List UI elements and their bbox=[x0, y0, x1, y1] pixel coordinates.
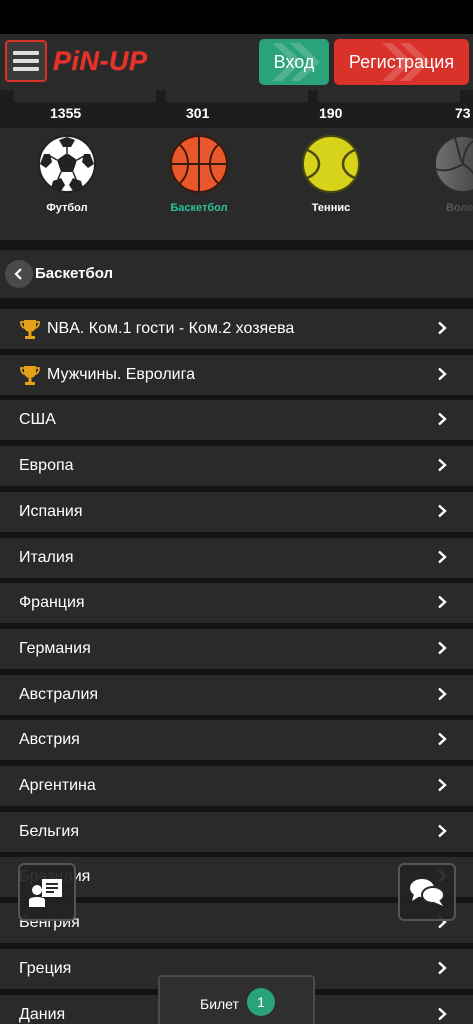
count-card bbox=[14, 88, 156, 102]
league-label: Германия bbox=[19, 640, 91, 657]
chevron-right-icon bbox=[438, 504, 447, 518]
league-label: Бельгия bbox=[19, 823, 79, 840]
login-button[interactable]: Вход bbox=[259, 39, 329, 85]
league-row[interactable]: Бельгия bbox=[0, 812, 473, 852]
brand-logo[interactable]: PiN-UP bbox=[53, 46, 148, 77]
trophy-icon bbox=[20, 320, 40, 339]
league-label: Австралия bbox=[19, 686, 99, 703]
chat-bubbles-icon bbox=[410, 879, 445, 906]
sports-carousel[interactable]: Футбол Баскетбол Теннис Воле bbox=[0, 128, 473, 240]
league-row[interactable]: Италия bbox=[0, 538, 473, 578]
league-label: Франция bbox=[19, 594, 85, 611]
league-row[interactable]: Испания bbox=[0, 492, 473, 532]
count-card bbox=[166, 88, 308, 102]
sport-count: 190 bbox=[319, 105, 343, 121]
register-label: Регистрация bbox=[348, 51, 455, 72]
sport-item-basketball[interactable]: Баскетбол bbox=[139, 134, 259, 214]
league-label: Европа bbox=[19, 457, 74, 474]
league-label: Испания bbox=[19, 503, 83, 520]
league-row[interactable]: Франция bbox=[0, 583, 473, 623]
sport-count: 1355 bbox=[50, 105, 82, 121]
league-row[interactable]: NBA. Ком.1 гости - Ком.2 хозяева bbox=[0, 309, 473, 349]
bet-ticket-tab[interactable]: Билет 1 bbox=[158, 975, 315, 1024]
league-row[interactable]: Германия bbox=[0, 629, 473, 669]
hamburger-icon-bar bbox=[13, 67, 39, 71]
chat-button[interactable] bbox=[398, 863, 456, 921]
league-label: Австрия bbox=[19, 731, 80, 748]
league-label: Мужчины. Евролига bbox=[47, 366, 195, 383]
league-label: Аргентина bbox=[19, 777, 96, 794]
chevron-right-icon bbox=[438, 367, 447, 381]
login-label: Вход bbox=[273, 51, 315, 72]
chevron-right-icon bbox=[438, 595, 447, 609]
sport-label: Теннис bbox=[311, 202, 351, 214]
count-card bbox=[318, 88, 460, 102]
basketball-icon bbox=[170, 135, 228, 193]
help-button[interactable] bbox=[18, 863, 76, 921]
league-row[interactable]: Австрия bbox=[0, 720, 473, 760]
status-bar bbox=[0, 0, 473, 34]
ticket-count-badge: 1 bbox=[247, 988, 275, 1016]
sport-count: 73 bbox=[455, 105, 471, 121]
chevron-right-icon bbox=[438, 458, 447, 472]
back-button[interactable] bbox=[5, 260, 33, 288]
trophy-icon bbox=[20, 366, 40, 385]
sport-label: Футбол bbox=[46, 202, 88, 214]
section-title: Баскетбол bbox=[35, 265, 114, 282]
sport-label: Волей bbox=[445, 202, 473, 214]
sport-counts-row: 1355 301 190 73 bbox=[0, 88, 473, 128]
chevron-right-icon bbox=[438, 824, 447, 838]
volleyball-icon bbox=[434, 135, 473, 193]
chevron-right-icon bbox=[438, 412, 447, 426]
hamburger-icon bbox=[13, 51, 39, 55]
league-label: Дания bbox=[19, 1006, 66, 1023]
section-header: Баскетбол bbox=[0, 250, 473, 298]
register-button[interactable]: Регистрация bbox=[334, 39, 469, 85]
soccer-ball-icon bbox=[38, 135, 96, 193]
sport-item-football[interactable]: Футбол bbox=[7, 134, 127, 214]
chevron-right-icon bbox=[438, 641, 447, 655]
league-row[interactable]: Австралия bbox=[0, 675, 473, 715]
league-row[interactable]: США bbox=[0, 400, 473, 440]
league-row[interactable]: Аргентина bbox=[0, 766, 473, 806]
ticket-label: Билет bbox=[200, 996, 239, 1012]
chevron-right-icon bbox=[438, 961, 447, 975]
chevron-left-icon bbox=[14, 268, 22, 280]
menu-button[interactable] bbox=[5, 40, 47, 82]
presenter-icon bbox=[29, 879, 62, 907]
league-row[interactable]: Мужчины. Евролига bbox=[0, 355, 473, 395]
chevron-right-icon bbox=[438, 1007, 447, 1021]
chevron-right-icon bbox=[438, 550, 447, 564]
league-label: Греция bbox=[19, 960, 72, 977]
sport-item-tennis[interactable]: Теннис bbox=[271, 134, 391, 214]
chevron-right-icon bbox=[438, 732, 447, 746]
chevron-right-icon bbox=[438, 321, 447, 335]
chevron-right-icon bbox=[438, 687, 447, 701]
sport-item-volleyball[interactable]: Волей bbox=[403, 134, 473, 214]
league-row[interactable]: Европа bbox=[0, 446, 473, 486]
sport-label: Баскетбол bbox=[170, 202, 228, 214]
top-header: PiN-UP Вход Регистрация bbox=[0, 34, 473, 90]
league-label: США bbox=[19, 411, 56, 428]
chevron-right-icon bbox=[438, 778, 447, 792]
hamburger-icon-bar bbox=[13, 59, 39, 63]
tennis-ball-icon bbox=[302, 135, 360, 193]
league-label: NBA. Ком.1 гости - Ком.2 хозяева bbox=[47, 320, 295, 337]
sport-count: 301 bbox=[186, 105, 210, 121]
league-label: Италия bbox=[19, 549, 74, 566]
